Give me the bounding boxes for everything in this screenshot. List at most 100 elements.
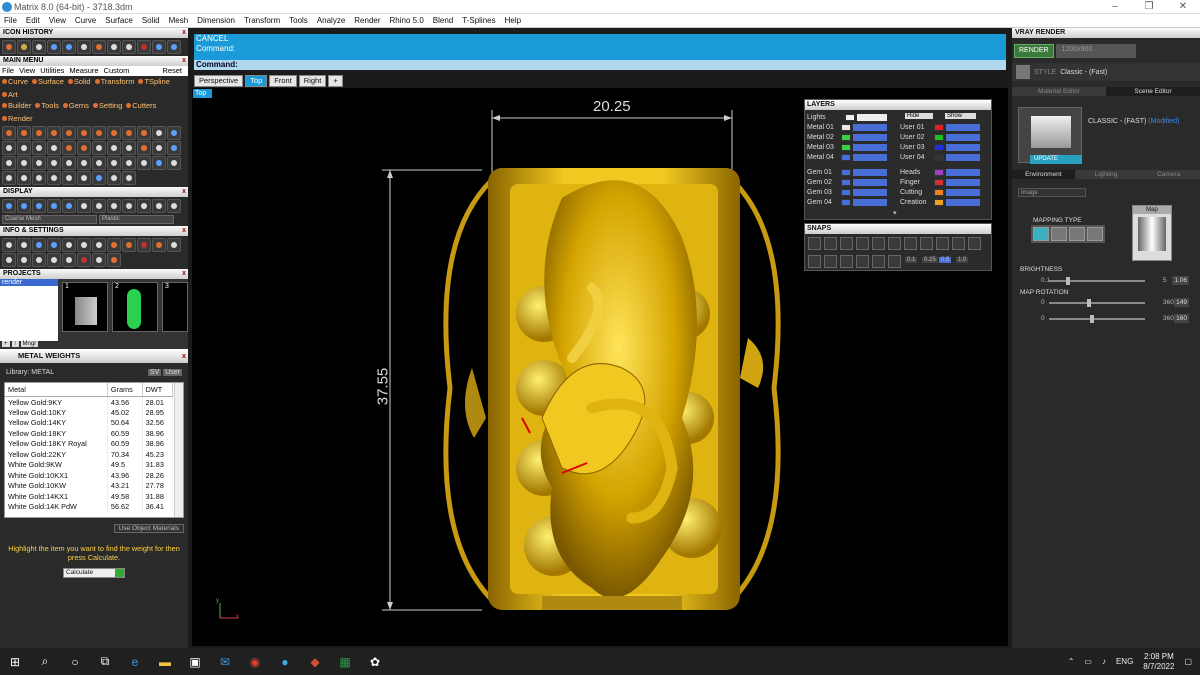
menu-rhino-5-0[interactable]: Rhino 5.0 [390,14,424,27]
layer-color-swatch[interactable] [934,154,944,161]
render-icon[interactable] [62,141,76,155]
shape-icon[interactable] [17,40,31,54]
menu-tools[interactable]: Tools [289,14,308,27]
shape-icon[interactable] [107,238,121,252]
layer-toggles[interactable] [853,169,887,176]
submenu-transform[interactable]: Transform [94,77,134,86]
menu-view[interactable]: View [49,14,66,27]
calculate-select[interactable]: Calculate [63,568,125,578]
search-icon[interactable]: ⌕ [30,648,60,675]
hide-all-button[interactable]: Hide [905,113,934,119]
map-preview[interactable]: Map [1132,205,1172,261]
layer-color-swatch[interactable] [934,144,944,151]
table-row[interactable]: Yellow Gold:22KY 70.34 45.23 [5,449,174,460]
render-icon[interactable] [152,199,166,213]
layer-user-03[interactable]: User 03 [900,143,980,152]
layer-color-swatch[interactable] [841,179,851,186]
move-icon[interactable] [47,253,61,267]
shape-icon[interactable] [107,141,121,155]
menu-transform[interactable]: Transform [244,14,280,27]
close-icon[interactable]: x [182,269,186,279]
move-icon[interactable] [137,141,151,155]
display-material-select[interactable]: Plastic [99,215,174,224]
table-scrollbar[interactable] [174,383,183,517]
gem-icon[interactable] [167,141,181,155]
layer-toggles[interactable] [853,189,887,196]
cortana-icon[interactable]: ○ [60,648,90,675]
snap-icon[interactable] [920,237,933,250]
update-button[interactable]: UPDATE [1030,155,1082,164]
table-row[interactable]: White Gold:14KX1 49.58 31.88 [5,491,174,502]
excel-icon[interactable]: ▦ [330,648,360,675]
add-viewport-icon[interactable]: + [328,75,343,87]
submenu-render[interactable]: Render [2,114,33,123]
gem-icon[interactable] [167,156,181,170]
sv-button[interactable]: SV [147,369,162,376]
snap-icon[interactable] [904,237,917,250]
menu-solid[interactable]: Solid [142,14,160,27]
layer-user-02[interactable]: User 02 [900,133,980,142]
render-icon[interactable] [62,253,76,267]
close-button[interactable]: ✕ [1166,0,1200,14]
shape-icon[interactable] [107,253,121,267]
layer-cutting[interactable]: Cutting [900,188,980,197]
snap-icon[interactable] [824,237,837,250]
shape-icon[interactable] [107,40,121,54]
project-thumbnail-2[interactable]: 2 [112,282,158,332]
shape-icon[interactable] [17,126,31,140]
tab-material-editor[interactable]: Material Editor [1012,87,1106,96]
curve-icon[interactable] [122,126,136,140]
curve-icon[interactable] [32,126,46,140]
render-icon[interactable] [152,141,166,155]
gem-icon[interactable] [167,40,181,54]
gem-icon[interactable] [77,156,91,170]
style-select[interactable]: STYLE Classic - (Fast) [1012,63,1200,81]
clock[interactable]: 2:08 PM 8/7/2022 [1143,652,1174,672]
gem-icon[interactable] [77,199,91,213]
column-header[interactable]: Grams [107,383,143,397]
layer-toggles[interactable] [853,134,887,141]
gem-icon[interactable] [77,171,91,185]
layer-color-swatch[interactable] [841,199,851,206]
task-view-icon[interactable]: ⧉ [90,648,120,675]
layer-toggles[interactable] [853,144,887,151]
layer-color-swatch[interactable] [841,169,851,176]
add-project-button[interactable]: + [2,341,10,347]
layer-color-swatch[interactable] [934,179,944,186]
move-icon[interactable] [137,238,151,252]
menu-dimension[interactable]: Dimension [197,14,235,27]
move-icon[interactable] [47,141,61,155]
rotation-knob-2[interactable] [1089,315,1094,323]
move-icon[interactable] [47,126,61,140]
render-icon[interactable] [62,40,76,54]
layer-metal-01[interactable]: Metal 01 [807,123,887,132]
brightness-knob[interactable] [1066,277,1071,285]
display-mode-select[interactable]: Coarse Mesh [2,215,97,224]
tool-icon[interactable] [92,126,106,140]
project-list[interactable]: render [0,279,58,341]
move-icon[interactable] [137,199,151,213]
layer-gem-02[interactable]: Gem 02 [807,178,887,187]
brightness-slider[interactable]: 0.1 5 1.06 [1019,276,1191,286]
layer-creation[interactable]: Creation [900,198,980,207]
curve-icon[interactable] [122,171,136,185]
column-header[interactable]: DWT [142,383,174,397]
gem-icon[interactable] [77,141,91,155]
snap-icon[interactable] [968,237,981,250]
submenu-surface[interactable]: Surface [32,77,64,86]
mail-icon[interactable]: ✉ [210,648,240,675]
layer-color-swatch[interactable] [841,144,851,151]
tool-icon[interactable] [92,141,106,155]
curve-icon[interactable] [32,141,46,155]
network-icon[interactable]: ▭ [1084,657,1092,666]
rhino-icon[interactable]: ◆ [300,648,330,675]
close-icon[interactable]: x [182,56,186,66]
rotation-knob-1[interactable] [1086,299,1091,307]
shape-icon[interactable] [17,199,31,213]
tool-icon[interactable] [92,40,106,54]
table-row[interactable]: Yellow Gold:18KY 60.59 38.96 [5,428,174,439]
menu-analyze[interactable]: Analyze [317,14,345,27]
layer-color-swatch[interactable] [841,134,851,141]
tab-scene-editor[interactable]: Scene Editor [1106,87,1200,96]
curve-icon[interactable] [122,199,136,213]
